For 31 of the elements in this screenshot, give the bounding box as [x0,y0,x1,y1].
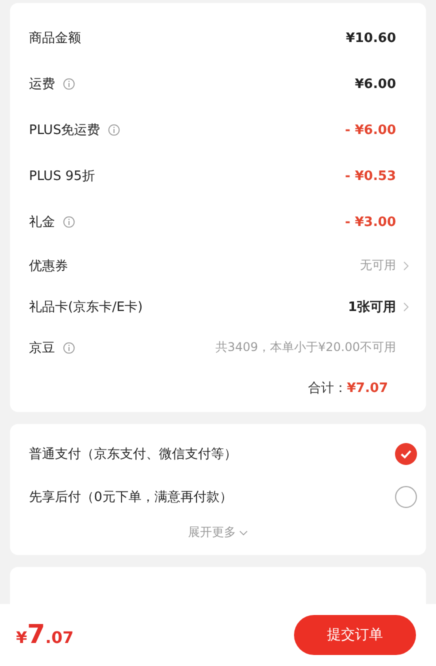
info-icon[interactable] [108,124,120,136]
row-label: 商品金额 [29,30,81,47]
row-label: PLUS免运费 [29,122,100,139]
radio-icon[interactable] [395,486,417,508]
total-label: 合计： [308,380,347,397]
total-value: ¥7.07 [346,380,388,396]
row-value: 共3409，本单小于¥20.00不可用 [215,339,396,356]
row-label: 礼品卡(京东卡/E卡) [29,298,143,316]
payment-option[interactable]: 普通支付（京东支付、微信支付等） [29,444,237,462]
chevron-down-icon [239,530,248,536]
row-value: - ¥3.00 [344,214,396,230]
payment-option[interactable]: 先享后付（0元下单，满意再付款） [29,488,232,506]
total-price: ¥7.07 [16,620,74,650]
info-icon[interactable] [63,78,75,90]
row-label: 运费 [29,76,55,93]
submit-order-button[interactable]: 提交订单 [294,615,416,655]
chevron-right-icon[interactable] [402,300,410,312]
row-value: - ¥6.00 [344,122,396,138]
row-label: 礼金 [29,214,55,231]
row-value: ¥10.60 [346,30,396,46]
row-value: ¥6.00 [354,76,396,92]
info-icon[interactable] [63,342,75,354]
chevron-right-icon[interactable] [402,260,410,272]
row-label: 京豆 [29,340,55,356]
row-label: PLUS 95折 [29,168,95,185]
row-label: 优惠券 [29,258,68,274]
row-value: 无可用 [360,257,396,274]
row-value: - ¥0.53 [344,168,396,184]
info-icon[interactable] [63,216,75,228]
row-value: 1张可用 [348,298,396,316]
checked-radio-icon[interactable] [395,442,417,464]
